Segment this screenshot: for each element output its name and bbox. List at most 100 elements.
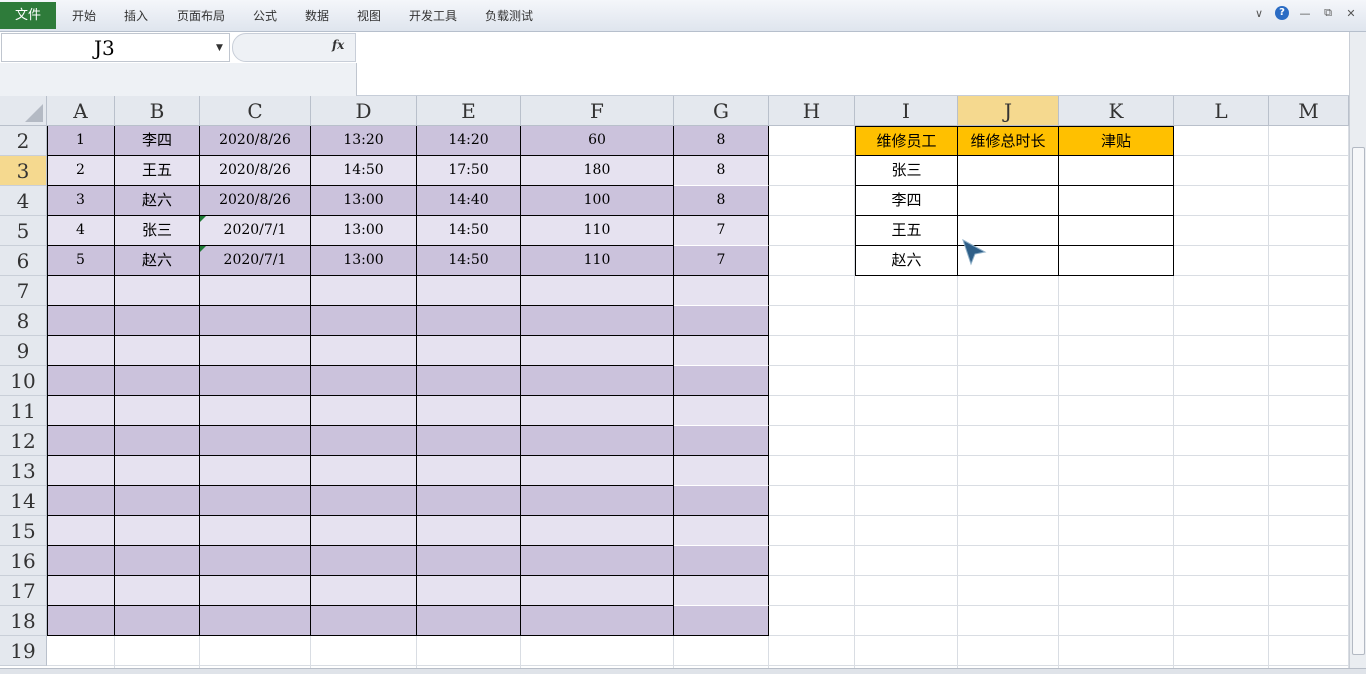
row-header-18[interactable]: 18: [0, 606, 47, 636]
table-cell[interactable]: 8: [674, 126, 769, 156]
column-header-i[interactable]: I: [855, 96, 958, 126]
tab-data[interactable]: 数据: [305, 7, 329, 24]
row-header-9[interactable]: 9: [0, 336, 47, 366]
table-cell[interactable]: 14:50: [417, 246, 521, 276]
table-cell[interactable]: [311, 546, 417, 576]
table-cell[interactable]: [311, 576, 417, 606]
minimize-icon[interactable]: —: [1298, 7, 1312, 20]
table-cell[interactable]: [521, 306, 674, 336]
table-cell[interactable]: 14:40: [417, 186, 521, 216]
table-cell[interactable]: [311, 426, 417, 456]
row-header-5[interactable]: 5: [0, 216, 47, 246]
table-cell[interactable]: [311, 336, 417, 366]
table-cell[interactable]: [674, 576, 769, 606]
table-cell[interactable]: 2020/8/26: [200, 186, 311, 216]
column-header-b[interactable]: B: [115, 96, 200, 126]
summary-value-cell[interactable]: [1059, 156, 1174, 186]
table-cell[interactable]: [417, 456, 521, 486]
table-cell[interactable]: [674, 396, 769, 426]
table-cell[interactable]: [521, 366, 674, 396]
help-icon[interactable]: ?: [1275, 6, 1289, 20]
table-cell[interactable]: 13:00: [311, 216, 417, 246]
column-header-l[interactable]: L: [1174, 96, 1269, 126]
table-cell[interactable]: 2020/7/1: [200, 216, 311, 246]
column-header-j[interactable]: J: [958, 96, 1059, 126]
table-cell[interactable]: [674, 456, 769, 486]
row-header-6[interactable]: 6: [0, 246, 47, 276]
table-cell[interactable]: 14:20: [417, 126, 521, 156]
table-cell[interactable]: [521, 396, 674, 426]
table-cell[interactable]: 13:00: [311, 246, 417, 276]
table-cell[interactable]: [521, 336, 674, 366]
row-header-12[interactable]: 12: [0, 426, 47, 456]
formula-input[interactable]: [357, 32, 1348, 95]
table-cell[interactable]: 1: [47, 126, 115, 156]
table-cell[interactable]: 5: [47, 246, 115, 276]
table-cell[interactable]: 赵六: [115, 246, 200, 276]
table-cell[interactable]: [200, 546, 311, 576]
table-cell[interactable]: [200, 576, 311, 606]
tab-load-test[interactable]: 负载测试: [485, 7, 533, 24]
table-cell[interactable]: [311, 516, 417, 546]
table-cell[interactable]: [521, 576, 674, 606]
summary-value-cell[interactable]: [1059, 186, 1174, 216]
summary-header-cell[interactable]: 维修总时长: [958, 126, 1059, 156]
table-cell[interactable]: 7: [674, 246, 769, 276]
summary-employee-cell[interactable]: 张三: [855, 156, 958, 186]
table-cell[interactable]: [417, 576, 521, 606]
table-cell[interactable]: [521, 426, 674, 456]
table-cell[interactable]: [200, 606, 311, 636]
summary-employee-cell[interactable]: 王五: [855, 216, 958, 246]
summary-value-cell[interactable]: [1059, 216, 1174, 246]
table-cell[interactable]: [115, 606, 200, 636]
row-header-4[interactable]: 4: [0, 186, 47, 216]
table-cell[interactable]: [674, 546, 769, 576]
table-cell[interactable]: [47, 336, 115, 366]
chevron-down-icon[interactable]: ∨: [1252, 7, 1266, 20]
table-cell[interactable]: [115, 306, 200, 336]
name-box[interactable]: J3: [1, 33, 230, 62]
table-cell[interactable]: [311, 276, 417, 306]
table-cell[interactable]: [200, 366, 311, 396]
summary-employee-cell[interactable]: 赵六: [855, 246, 958, 276]
row-header-8[interactable]: 8: [0, 306, 47, 336]
summary-header-cell[interactable]: 维修员工: [855, 126, 958, 156]
table-cell[interactable]: [115, 276, 200, 306]
table-cell[interactable]: [674, 516, 769, 546]
table-cell[interactable]: [311, 486, 417, 516]
table-cell[interactable]: 110: [521, 246, 674, 276]
row-header-10[interactable]: 10: [0, 366, 47, 396]
table-cell[interactable]: [47, 516, 115, 546]
summary-employee-cell[interactable]: 李四: [855, 186, 958, 216]
row-header-14[interactable]: 14: [0, 486, 47, 516]
row-header-17[interactable]: 17: [0, 576, 47, 606]
table-cell[interactable]: 17:50: [417, 156, 521, 186]
table-cell[interactable]: [417, 516, 521, 546]
table-cell[interactable]: [521, 546, 674, 576]
row-header-19[interactable]: 19: [0, 636, 47, 666]
table-cell[interactable]: 李四: [115, 126, 200, 156]
table-cell[interactable]: [47, 486, 115, 516]
table-cell[interactable]: [200, 456, 311, 486]
row-header-16[interactable]: 16: [0, 546, 47, 576]
table-cell[interactable]: [674, 606, 769, 636]
tab-view[interactable]: 视图: [357, 7, 381, 24]
table-cell[interactable]: [311, 606, 417, 636]
row-header-3[interactable]: 3: [0, 156, 47, 186]
table-cell[interactable]: [311, 366, 417, 396]
table-cell[interactable]: 8: [674, 156, 769, 186]
file-tab[interactable]: 文件: [0, 2, 56, 29]
table-cell[interactable]: [311, 456, 417, 486]
table-cell[interactable]: 王五: [115, 156, 200, 186]
table-cell[interactable]: 8: [674, 186, 769, 216]
column-header-k[interactable]: K: [1059, 96, 1174, 126]
name-box-dropdown-icon[interactable]: ▼: [216, 43, 223, 53]
row-header-11[interactable]: 11: [0, 396, 47, 426]
table-cell[interactable]: [674, 426, 769, 456]
tab-insert[interactable]: 插入: [124, 7, 148, 24]
close-icon[interactable]: ✕: [1344, 7, 1358, 20]
table-cell[interactable]: 180: [521, 156, 674, 186]
vertical-scrollbar[interactable]: [1349, 32, 1366, 668]
column-header-g[interactable]: G: [674, 96, 769, 126]
table-cell[interactable]: [417, 396, 521, 426]
